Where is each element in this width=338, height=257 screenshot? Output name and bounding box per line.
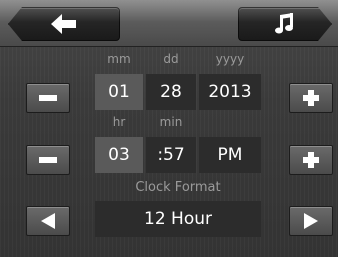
minus-icon [39, 95, 57, 101]
hour-label: hr [112, 115, 126, 129]
plus-icon [303, 152, 319, 168]
date-increment-button[interactable] [289, 83, 333, 113]
clock-format-value[interactable]: 12 Hour [95, 201, 261, 237]
ampm-field[interactable]: PM [199, 137, 261, 173]
month-label: mm [107, 52, 131, 66]
minute-field[interactable]: :57 [146, 137, 196, 173]
triangle-left-icon [41, 213, 55, 229]
music-button[interactable] [238, 7, 332, 41]
clock-format-label: Clock Format [135, 180, 221, 195]
year-label: yyyy [215, 52, 245, 66]
date-decrement-button[interactable] [26, 83, 70, 113]
date-time-settings-screen: mm dd yyyy 01 28 2013 hr min 03 :57 PM C… [0, 0, 338, 257]
top-bar [0, 0, 338, 47]
arrow-left-icon [51, 14, 77, 34]
back-button[interactable] [8, 7, 120, 41]
day-label: dd [163, 52, 179, 66]
day-field[interactable]: 28 [146, 74, 196, 110]
time-increment-button[interactable] [289, 145, 333, 175]
format-prev-button[interactable] [26, 206, 70, 236]
format-next-button[interactable] [289, 206, 333, 236]
triangle-right-icon [304, 213, 318, 229]
minute-label: min [159, 115, 183, 129]
minus-icon [39, 157, 57, 163]
plus-icon [303, 90, 319, 106]
music-note-icon [275, 13, 295, 35]
month-field[interactable]: 01 [95, 74, 143, 110]
time-decrement-button[interactable] [26, 145, 70, 175]
hour-field[interactable]: 03 [95, 137, 143, 173]
year-field[interactable]: 2013 [199, 74, 261, 110]
